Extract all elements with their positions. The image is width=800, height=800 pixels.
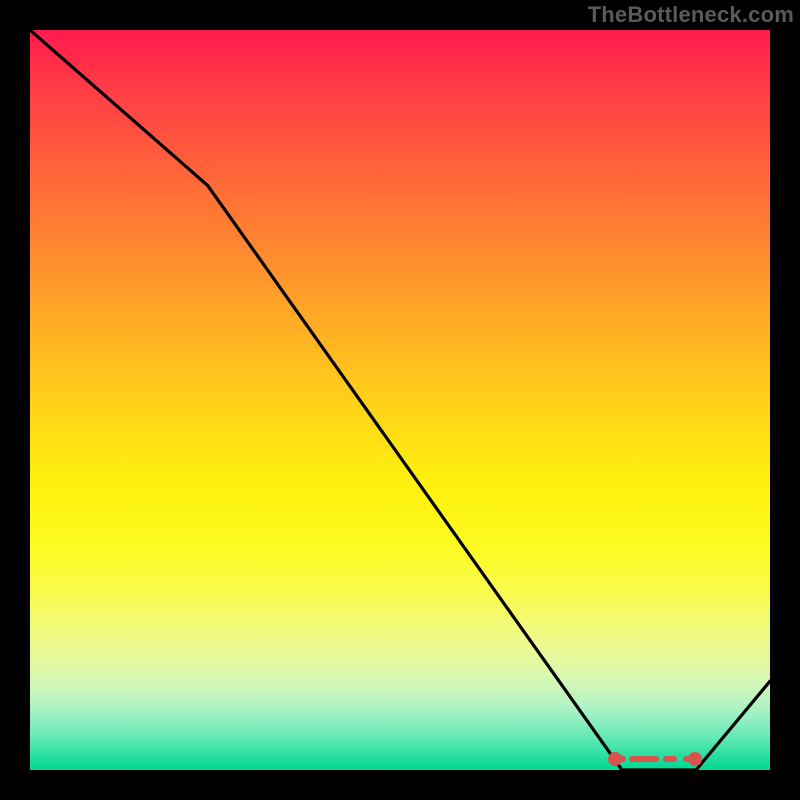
line-curve (30, 30, 770, 770)
chart-container: TheBottleneck.com (0, 0, 800, 800)
plot-area (30, 30, 770, 770)
marker-dash (663, 756, 678, 762)
marker-dash (629, 756, 659, 762)
marker-dot (608, 752, 622, 766)
watermark-text: TheBottleneck.com (588, 2, 794, 28)
marker-dot (688, 752, 702, 766)
